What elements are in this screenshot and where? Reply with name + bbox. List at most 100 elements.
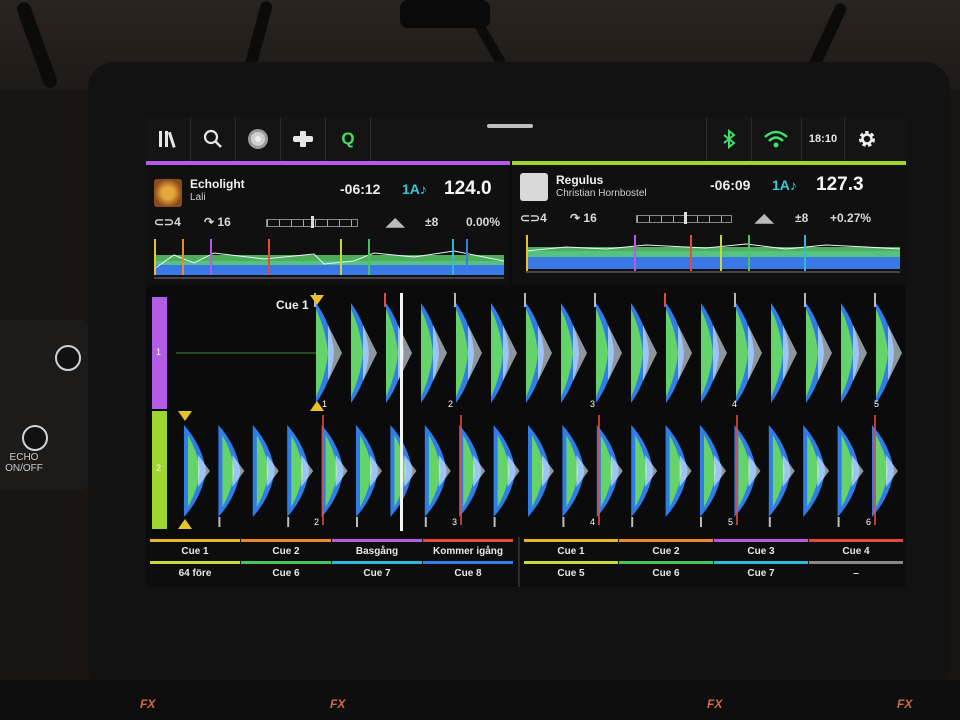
deck1-range: ±8 <box>425 215 439 229</box>
echo-button[interactable] <box>22 425 48 451</box>
right-hotcue-4[interactable]: Cue 4 <box>809 539 903 559</box>
fx-label-2: FX <box>330 697 346 711</box>
deck1-wave-white <box>538 325 552 381</box>
deck1-overview-waveform[interactable] <box>154 239 504 283</box>
right-hotcue-1[interactable]: Cue 1 <box>524 539 618 559</box>
deck1-beat-marker <box>664 293 666 307</box>
deck2-beat-marker <box>493 517 496 527</box>
library-button[interactable] <box>146 117 191 161</box>
bluetooth-icon <box>723 129 736 149</box>
quantize-button[interactable]: Q <box>326 117 371 161</box>
left-hotcue-2[interactable]: Cue 2 <box>241 539 331 559</box>
deck2-wave-white <box>335 455 348 487</box>
deck2-wave-white <box>232 455 245 487</box>
deck1-bar-number: 3 <box>590 399 595 409</box>
deck1-artist: Lali <box>190 192 206 203</box>
deck2-beat-marker <box>218 517 221 527</box>
deck1-time-remaining: -06:12 <box>340 181 381 197</box>
bluetooth-button[interactable] <box>706 117 752 161</box>
deck1-bar-number: 1 <box>322 399 327 409</box>
deck1-wave-white <box>748 325 762 381</box>
right-hotcue-2[interactable]: Cue 2 <box>619 539 713 559</box>
crossfader-button[interactable] <box>281 117 326 161</box>
deck1-title: Echolight <box>190 177 245 191</box>
deck1-album-art <box>154 179 182 207</box>
deck1-beat-marker <box>524 293 526 307</box>
deck1-sync-icon[interactable]: ◢◣ <box>386 215 404 229</box>
scrolling-waveforms[interactable]: 1 2 3 4 5 2 3 4 5 6 <box>146 285 906 535</box>
deck2-beat-marker <box>837 517 840 527</box>
deck2-wave-white <box>817 455 830 487</box>
deck2-beatjump[interactable]: ↷ 16 <box>570 211 597 225</box>
right-hotcue-5[interactable]: Cue 5 <box>524 561 618 581</box>
deck1-bpm: 124.0 <box>444 178 492 199</box>
deck2-bar-number: 6 <box>866 517 871 527</box>
deck2-bpm: 127.3 <box>816 174 864 195</box>
deck1-pitch-marker <box>311 216 314 228</box>
deck1-loop[interactable]: ⊂⊃4 <box>154 215 181 229</box>
deck2-range: ±8 <box>795 211 809 225</box>
left-hotcue-3[interactable]: Basgång <box>332 539 422 559</box>
left-hotcue-7[interactable]: Cue 7 <box>332 561 422 581</box>
deck2-wave-white <box>473 455 486 487</box>
deck2-beat-marker <box>631 517 634 527</box>
deck1-bar-number: 5 <box>874 399 879 409</box>
deck2-bar-line <box>874 415 876 525</box>
right-hotcue-8[interactable]: – <box>809 561 903 581</box>
deck2-loop-value: 4 <box>540 211 547 225</box>
search-button[interactable] <box>191 117 236 161</box>
deck2-album-art <box>520 173 548 201</box>
deck1-wave-white <box>503 325 517 381</box>
main-waveform-area[interactable]: 1 2 Cue 1 1234523456 <box>146 285 906 535</box>
deck1-key: 1A♪ <box>402 181 427 197</box>
deck2-cue-top-marker <box>178 411 192 421</box>
deck1-bar-number: 2 <box>448 399 453 409</box>
clock: 18:10 <box>801 117 844 161</box>
deck1-bar-number: 4 <box>732 399 737 409</box>
deck1-wave-white <box>888 325 902 381</box>
deck2-wave-white <box>507 455 520 487</box>
deck1-wave-white <box>328 325 342 381</box>
deck2-bar-line <box>322 415 324 525</box>
deck2-sync-icon[interactable]: ◢◣ <box>755 211 773 225</box>
cue1-top-marker <box>310 295 324 305</box>
deck1-beatjump[interactable]: ↷ 16 <box>204 215 231 229</box>
deck2-overview-waveform[interactable] <box>526 235 900 279</box>
deck2-pitch-percent: +0.27% <box>830 211 872 225</box>
deck1-beatjump-value: 16 <box>217 215 231 229</box>
deck2-title: Regulus <box>556 173 604 187</box>
echo-label: ECHO ON/OFF <box>5 452 43 474</box>
deck1-wave-white <box>468 325 482 381</box>
right-hotcue-3[interactable]: Cue 3 <box>714 539 808 559</box>
deck2-beat-marker <box>287 517 290 527</box>
deck2-wave-white <box>610 455 623 487</box>
deck2-bar-line <box>460 415 462 525</box>
wifi-button[interactable] <box>751 117 802 161</box>
pull-down-handle[interactable] <box>487 124 533 128</box>
deck2-info-panel[interactable]: Regulus Christian Hornbostel -06:09 1A♪ … <box>512 161 906 285</box>
left-hotcue-4[interactable]: Kommer igång <box>423 539 513 559</box>
right-hotcue-7[interactable]: Cue 7 <box>714 561 808 581</box>
deck2-hotcues: Cue 1 Cue 2 Cue 3 Cue 4 Cue 5 Cue 6 Cue 7– <box>520 537 906 587</box>
fx-label-4: FX <box>897 697 913 711</box>
left-hotcue-6[interactable]: Cue 6 <box>241 561 331 581</box>
crossfader-icon <box>293 131 313 147</box>
deck2-beat-marker <box>562 517 565 527</box>
right-hotcue-6[interactable]: Cue 6 <box>619 561 713 581</box>
left-hotcue-5[interactable]: 64 före <box>150 561 240 581</box>
left-hotcue-1[interactable]: Cue 1 <box>150 539 240 559</box>
deck1-wave-white <box>853 325 867 381</box>
vinyl-mode-button[interactable] <box>236 117 281 161</box>
deck2-wave-white <box>198 455 210 487</box>
deck1-beat-marker <box>384 293 386 307</box>
deck1-wave-white <box>678 325 692 381</box>
deck1-key-value: 1A <box>402 181 420 197</box>
deck2-beatjump-value: 16 <box>583 211 597 225</box>
deck2-wave-white <box>679 455 692 487</box>
deck2-loop[interactable]: ⊂⊃4 <box>520 211 547 225</box>
deck2-beat-marker <box>356 517 358 527</box>
effect-knob[interactable] <box>55 345 81 371</box>
deck1-info-panel[interactable]: Echolight Lali -06:12 1A♪ 124.0 ⊂⊃4 ↷ 16… <box>146 161 510 285</box>
left-hotcue-8[interactable]: Cue 8 <box>423 561 513 581</box>
settings-button[interactable] <box>844 117 889 161</box>
